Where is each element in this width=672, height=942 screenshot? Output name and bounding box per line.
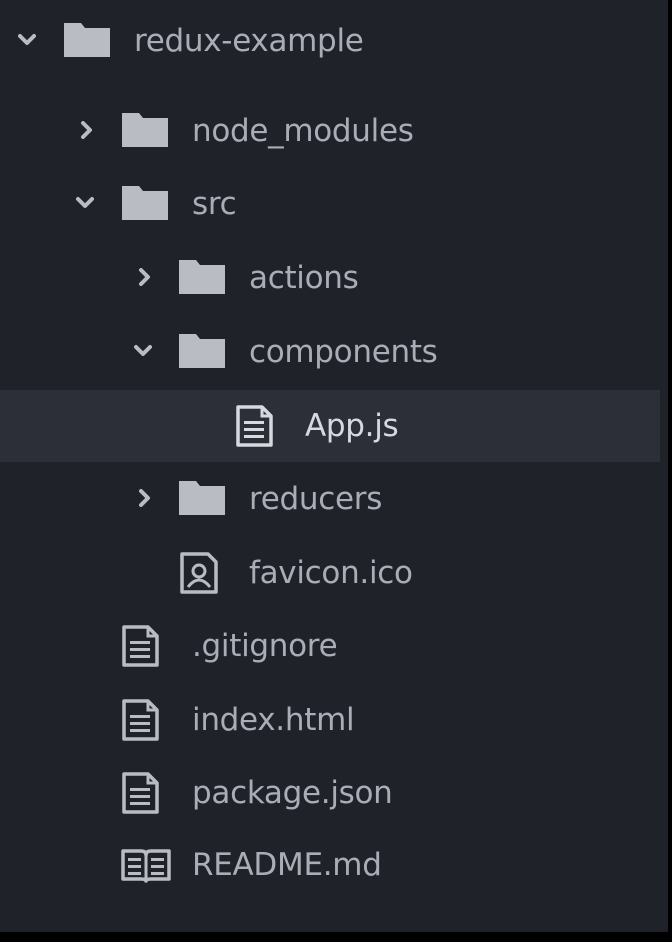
tree-item-index-html[interactable]: index.html — [0, 684, 660, 756]
window-edge — [0, 932, 672, 942]
folder-icon — [179, 334, 225, 368]
tree-item-label: node_modules — [192, 113, 414, 149]
folder-icon — [64, 23, 110, 57]
tree-item-label: README.md — [192, 847, 382, 883]
book-icon — [121, 849, 171, 883]
tree-item-reducers[interactable]: reducers — [0, 463, 660, 535]
window-edge — [668, 0, 672, 942]
tree-item-label: App.js — [305, 408, 399, 444]
file-text-icon — [122, 772, 159, 814]
chevron-right-icon[interactable] — [136, 268, 154, 286]
tree-item-label: components — [249, 334, 438, 370]
file-text-icon — [236, 405, 273, 447]
tree-item-label: reducers — [249, 481, 383, 517]
file-tree-panel: redux-example node_modules src actions c… — [0, 0, 668, 932]
folder-icon — [122, 113, 168, 147]
folder-icon — [179, 260, 225, 294]
chevron-down-icon[interactable] — [18, 31, 36, 49]
tree-item-readme-md[interactable]: README.md — [0, 829, 660, 901]
tree-item-components[interactable]: components — [0, 316, 660, 388]
image-file-icon — [180, 552, 218, 594]
file-text-icon — [122, 625, 159, 667]
chevron-down-icon[interactable] — [76, 194, 94, 212]
tree-item-node_modules[interactable]: node_modules — [0, 95, 660, 167]
tree-item-label: favicon.ico — [249, 555, 413, 591]
tree-item-label: .gitignore — [192, 628, 338, 664]
file-text-icon — [122, 699, 159, 741]
tree-item-package-json[interactable]: package.json — [0, 757, 660, 829]
tree-item-label: redux-example — [134, 23, 364, 59]
folder-icon — [122, 186, 168, 220]
tree-item-actions[interactable]: actions — [0, 242, 660, 314]
tree-item-redux-example[interactable]: redux-example — [0, 5, 660, 77]
tree-item-label: src — [192, 186, 237, 222]
tree-item-label: index.html — [192, 702, 355, 738]
tree-item-label: package.json — [192, 775, 393, 811]
chevron-right-icon[interactable] — [136, 489, 154, 507]
tree-item-favicon-ico[interactable]: favicon.ico — [0, 537, 660, 609]
folder-icon — [179, 481, 225, 515]
tree-item-label: actions — [249, 260, 359, 296]
chevron-down-icon[interactable] — [134, 342, 152, 360]
tree-item-src[interactable]: src — [0, 168, 660, 240]
tree-item-app-js[interactable]: App.js — [0, 390, 660, 462]
chevron-right-icon[interactable] — [78, 121, 96, 139]
tree-item-gitignore[interactable]: .gitignore — [0, 610, 660, 682]
